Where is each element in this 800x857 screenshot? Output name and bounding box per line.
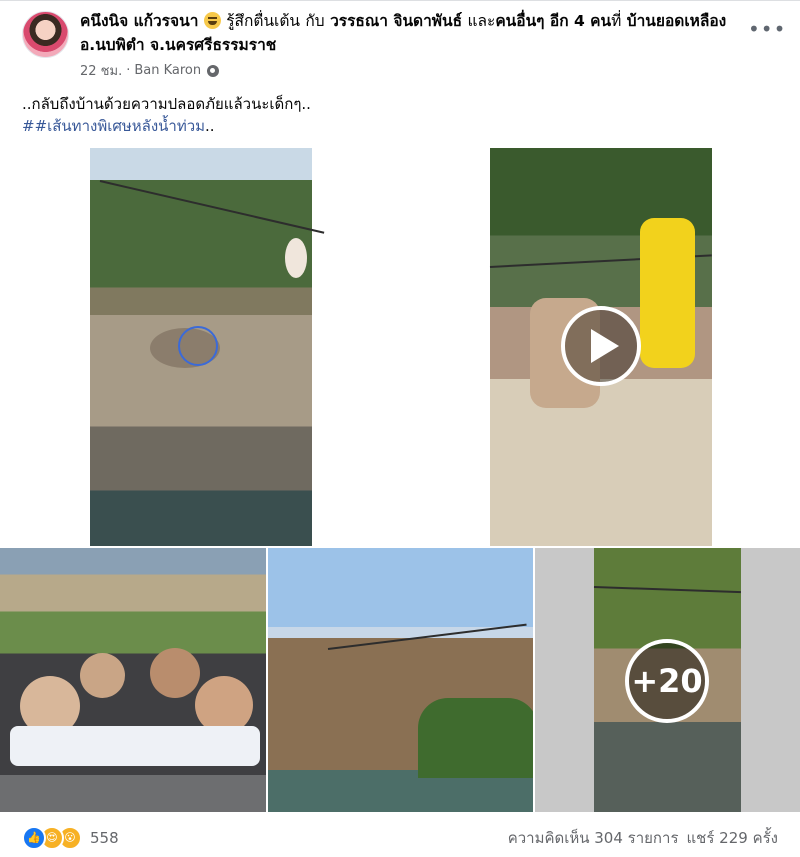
and-word: และ <box>467 12 496 30</box>
person-figure <box>640 218 695 368</box>
post-time[interactable]: 22 ชม. <box>80 60 122 81</box>
with-word: กับ <box>305 12 325 30</box>
trees <box>418 698 533 778</box>
video-tile-2[interactable] <box>401 148 800 546</box>
author-name[interactable]: คนึงนิจ แก้วรจนา <box>80 12 198 30</box>
post-body: ..กลับถึงบ้านด้วยความปลอดภัยแล้วนะเด็กๆ.… <box>22 93 311 137</box>
comment-count[interactable]: ความคิดเห็น 304 รายการ <box>508 826 679 850</box>
video-thumbnail <box>90 148 325 546</box>
play-icon <box>591 329 619 363</box>
reaction-summary[interactable]: 👍 😍 😮 558 <box>22 826 119 850</box>
post-meta: 22 ชม. · Ban Karon <box>80 60 220 81</box>
photo-tile-cliff[interactable] <box>268 548 533 812</box>
post-header: คนึงนิจ แก้วรจนา รู้สึกตื่นเต้น กับ วรรธ… <box>0 1 800 87</box>
hashtag-suffix: .. <box>205 117 215 135</box>
hashtag-line: ##เส้นทางพิเศษหลังน้ำท่วม.. <box>22 115 311 137</box>
tagged-others[interactable]: คนอื่นๆ อีก 4 คน <box>495 12 611 30</box>
like-icon: 👍 <box>22 826 46 850</box>
zipline-wire <box>99 180 325 234</box>
child-figure <box>150 648 200 698</box>
grinning-emoji-icon <box>203 12 221 29</box>
meta-separator: · <box>126 63 131 78</box>
person-figure <box>285 238 307 278</box>
avatar[interactable] <box>22 11 69 58</box>
more-media-tile[interactable]: +20 <box>535 548 800 812</box>
more-count-overlay[interactable]: +20 <box>625 639 709 723</box>
post-text-line: ..กลับถึงบ้านด้วยความปลอดภัยแล้วนะเด็กๆ.… <box>22 95 311 113</box>
photo-tile-kids-truck[interactable] <box>0 548 266 812</box>
globe-icon <box>207 64 220 77</box>
feed-post: คนึงนิจ แก้วรจนา รู้สึกตื่นเต้น กับ วรรธ… <box>0 0 800 857</box>
reaction-count[interactable]: 558 <box>90 829 119 847</box>
more-options-button[interactable]: ••• <box>748 19 785 43</box>
zipline-wire <box>593 586 741 594</box>
child-figure <box>80 653 125 698</box>
at-word: ที่ <box>611 12 622 30</box>
post-footer: 👍 😍 😮 558 ความคิดเห็น 304 รายการ แชร์ 22… <box>0 812 800 857</box>
media-grid: +20 <box>0 148 800 812</box>
feeling-text: รู้สึกตื่นเต้น <box>226 12 301 30</box>
tagged-person[interactable]: วรรธณา จินดาพันธ์ <box>330 12 462 30</box>
video-tile-1[interactable] <box>0 148 399 546</box>
zipline-wire <box>327 623 527 650</box>
video-thumbnail <box>489 148 712 546</box>
share-count[interactable]: แชร์ 229 ครั้ง <box>687 826 779 850</box>
hashtag-prefix[interactable]: # <box>22 117 35 135</box>
hashtag-link[interactable]: #เส้นทางพิเศษหลังน้ำท่วม <box>35 117 205 135</box>
loading-ring-icon <box>178 326 218 366</box>
engagement-stats: ความคิดเห็น 304 รายการ แชร์ 229 ครั้ง <box>508 826 778 850</box>
post-headline: คนึงนิจ แก้วรจนา รู้สึกตื่นเต้น กับ วรรธ… <box>80 9 730 57</box>
school-uniforms <box>10 726 260 766</box>
play-button[interactable] <box>561 306 641 386</box>
post-place[interactable]: Ban Karon <box>134 63 201 78</box>
